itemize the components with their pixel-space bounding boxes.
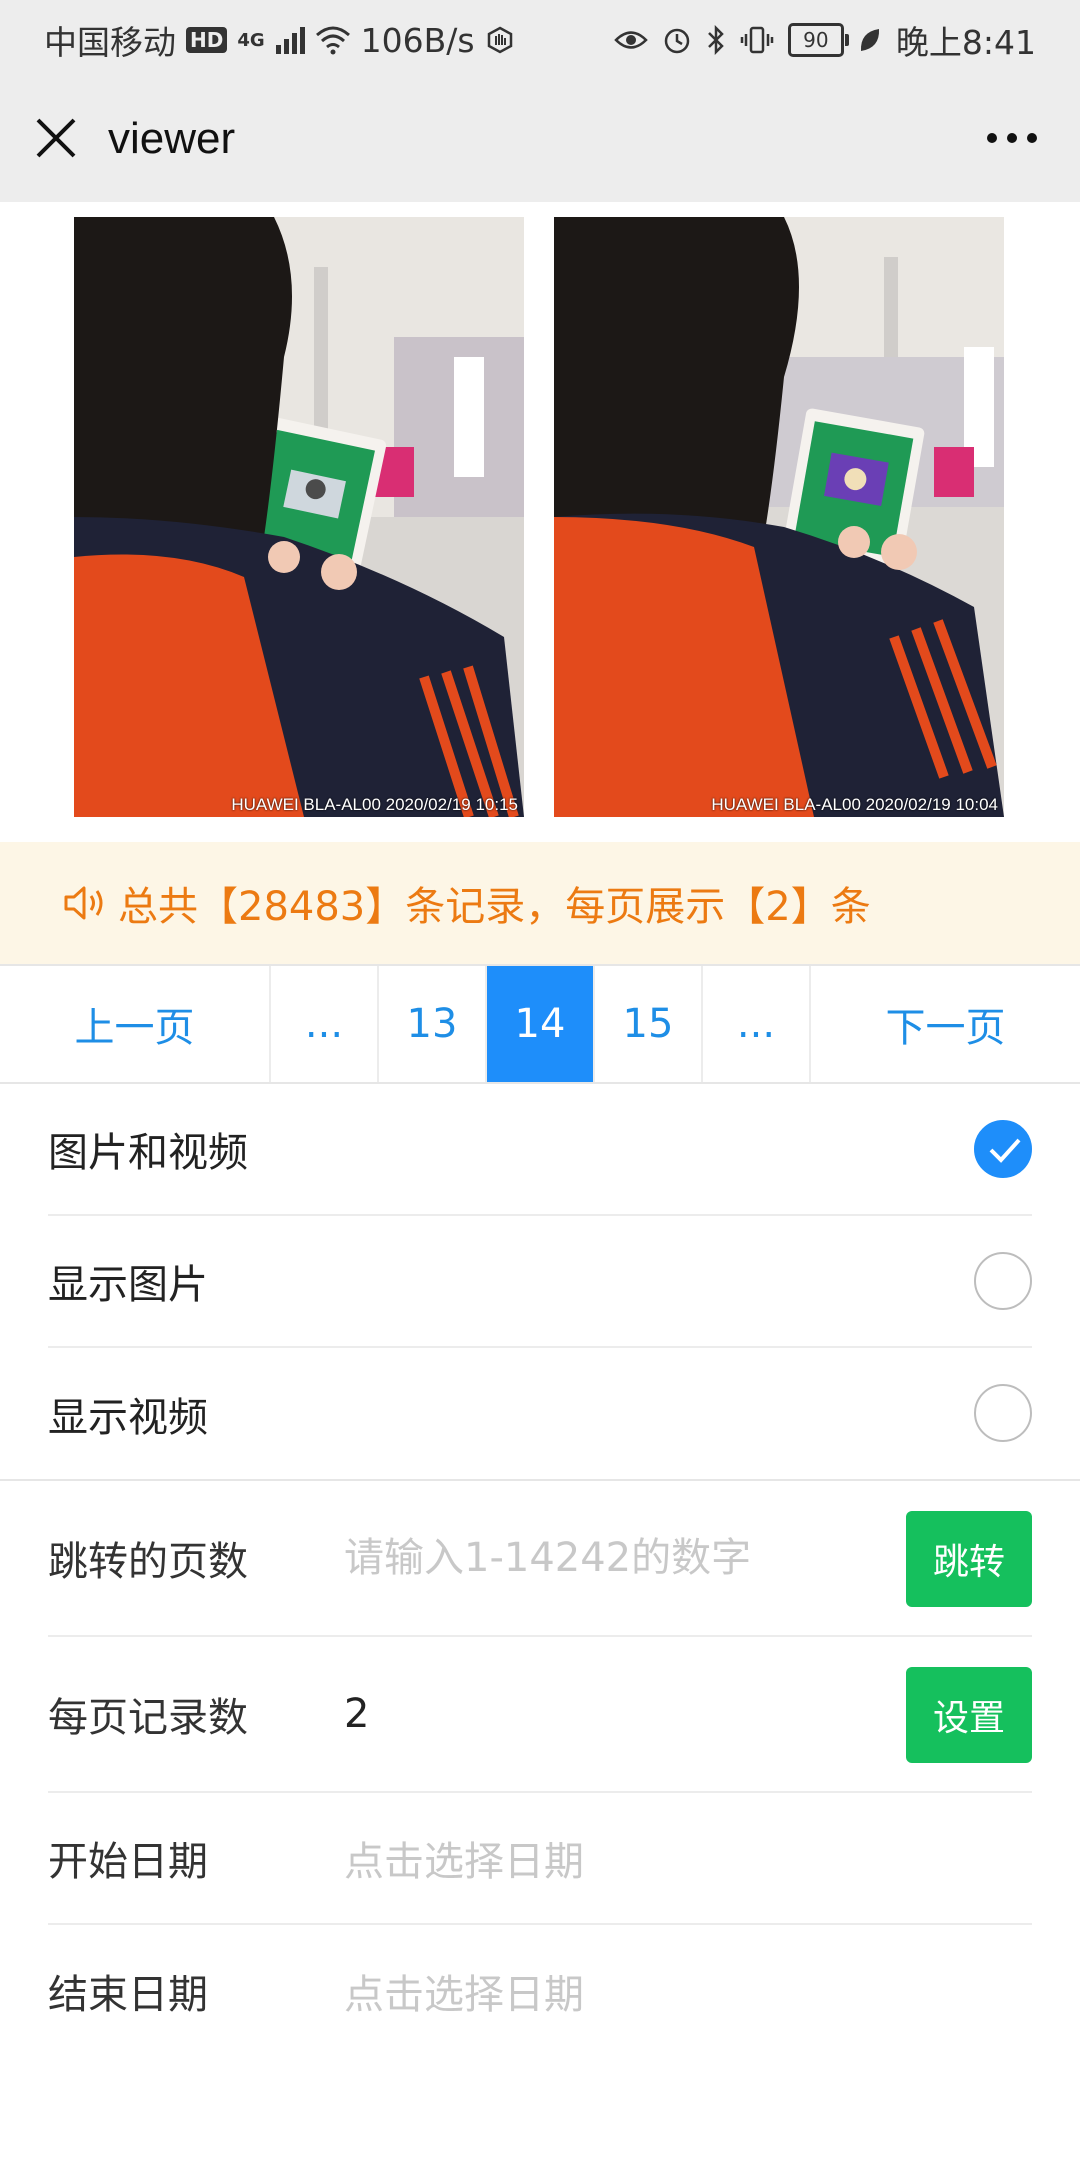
more-options-icon[interactable] (984, 126, 1040, 150)
record-count-notice: 总共【28483】条记录，每页展示【2】条 (0, 842, 1080, 964)
page-number-button[interactable]: 15 (595, 966, 703, 1082)
pagination: 上一页 ... 13 14 15 ... 下一页 (0, 964, 1080, 1084)
filter-option-label: 显示图片 (48, 1262, 208, 1308)
network-speed: 106B/s (360, 20, 475, 60)
photo-caption: HUAWEI BLA-AL00 2020/02/19 10:15 (231, 795, 518, 814)
wifi-icon (315, 26, 350, 55)
student-photo-image (554, 217, 1004, 817)
end-date-row[interactable]: 结束日期 点击选择日期 (48, 1925, 1032, 2057)
filter-option-all[interactable]: 图片和视频 (48, 1084, 1032, 1216)
carrier-name: 中国移动 (44, 23, 176, 62)
photo-thumbnail[interactable]: HUAWEI BLA-AL00 2020/02/19 10:04 (554, 217, 1004, 817)
jump-page-row: 跳转的页数 跳转 (48, 1481, 1032, 1637)
jump-page-input[interactable] (344, 1535, 904, 1581)
start-date-picker[interactable]: 点击选择日期 (344, 1829, 584, 1887)
jump-page-label: 跳转的页数 (48, 1539, 248, 1585)
student-photo-image (74, 217, 524, 817)
radio-checked-icon[interactable] (974, 1120, 1032, 1178)
settings-form: 跳转的页数 跳转 每页记录数 设置 开始日期 点击选择日期 结束日期 点击选择日… (0, 1481, 1080, 2057)
next-page-button[interactable]: 下一页 (811, 966, 1080, 1082)
network-type: 4G (237, 29, 265, 51)
per-page-row: 每页记录数 设置 (48, 1637, 1032, 1793)
hand-icon (487, 26, 512, 54)
radio-unchecked-icon[interactable] (974, 1252, 1032, 1310)
media-filter-list: 图片和视频 显示图片 显示视频 (0, 1084, 1080, 1480)
signal-icon (275, 27, 305, 54)
nav-bar: viewer (0, 76, 1080, 202)
leaf-icon (860, 29, 879, 51)
notice-text: 总共【28483】条记录，每页展示【2】条 (118, 884, 871, 930)
prev-page-button[interactable]: 上一页 (0, 966, 271, 1082)
filter-option-videos[interactable]: 显示视频 (48, 1348, 1032, 1480)
pager-ellipsis-right[interactable]: ... (703, 966, 811, 1082)
speaker-icon (64, 886, 103, 920)
jump-button[interactable]: 跳转 (906, 1511, 1032, 1607)
start-date-row[interactable]: 开始日期 点击选择日期 (48, 1793, 1032, 1925)
vibrate-icon (740, 26, 774, 54)
clock: 晚上8:41 (895, 23, 1036, 62)
media-gallery: HUAWEI BLA-AL00 2020/02/19 10:15 HUAWEI … (0, 202, 1080, 842)
radio-unchecked-icon[interactable] (974, 1384, 1032, 1442)
page-title: viewer (108, 114, 236, 163)
filter-option-label: 显示视频 (48, 1395, 208, 1441)
photo-caption: HUAWEI BLA-AL00 2020/02/19 10:04 (711, 795, 998, 814)
close-icon[interactable] (30, 112, 82, 164)
filter-option-images[interactable]: 显示图片 (48, 1216, 1032, 1348)
battery-indicator: 90 (787, 23, 849, 57)
status-bar: 中国移动 HD 4G 106B/s 90 晚上8:41 (0, 0, 1080, 76)
start-date-label: 开始日期 (48, 1839, 208, 1885)
pager-ellipsis-left[interactable]: ... (271, 966, 379, 1082)
end-date-picker[interactable]: 点击选择日期 (344, 1962, 584, 2020)
eye-icon (614, 31, 648, 49)
bluetooth-icon (708, 25, 724, 55)
hd-badge: HD (186, 27, 228, 53)
photo-thumbnail[interactable]: HUAWEI BLA-AL00 2020/02/19 10:15 (74, 217, 524, 817)
set-button[interactable]: 设置 (906, 1667, 1032, 1763)
filter-option-label: 图片和视频 (48, 1130, 248, 1176)
page-number-button[interactable]: 13 (379, 966, 487, 1082)
per-page-label: 每页记录数 (48, 1695, 248, 1741)
per-page-input[interactable] (344, 1691, 904, 1737)
end-date-label: 结束日期 (48, 1972, 208, 2018)
current-page-button[interactable]: 14 (487, 966, 595, 1082)
alarm-icon (664, 28, 690, 54)
